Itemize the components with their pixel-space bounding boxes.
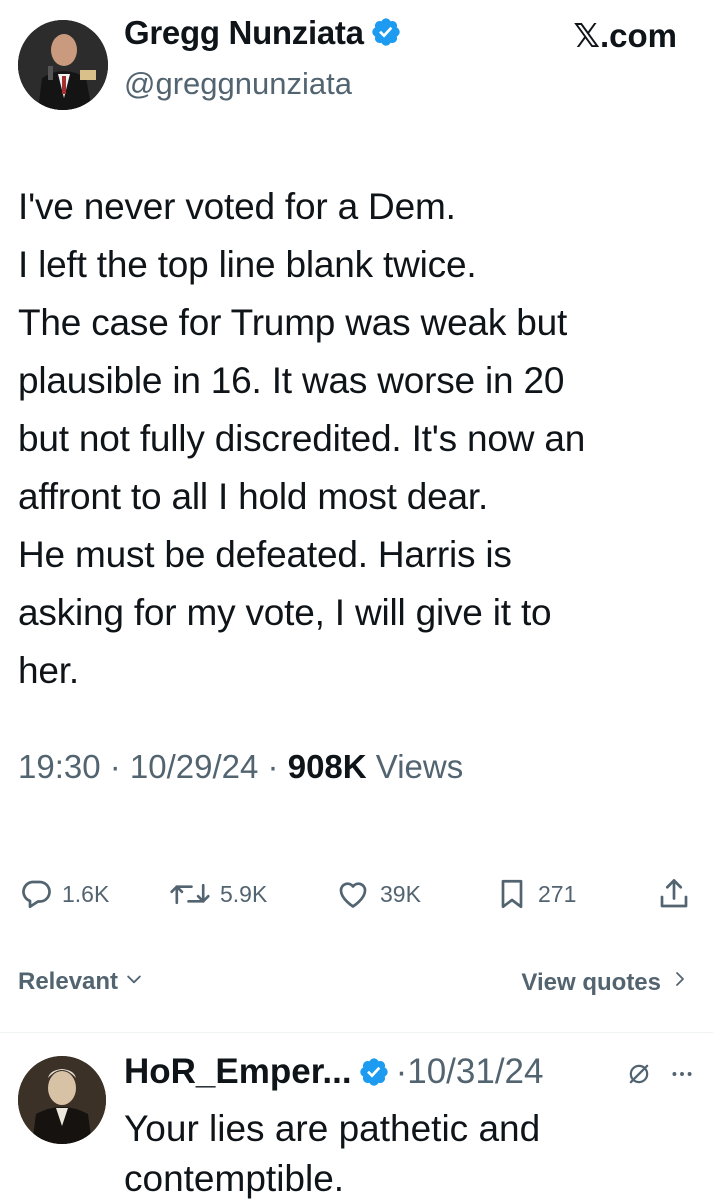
grok-icon[interactable] — [625, 1060, 653, 1093]
reply-count: 1.6K — [62, 880, 110, 907]
reply-button[interactable]: 1.6K — [18, 866, 109, 922]
tweet-line: The case for Trump was weak but — [18, 302, 568, 343]
tweet-meta: 19:30 · 10/29/24 · 908K Views — [18, 748, 463, 786]
chevron-right-icon — [671, 968, 689, 997]
author-handle[interactable]: @greggnunziata — [124, 66, 352, 102]
divider — [0, 1032, 713, 1033]
like-icon — [334, 876, 372, 912]
reply-author-avatar[interactable] — [18, 1056, 106, 1144]
reply-line: contemptible. — [124, 1158, 345, 1199]
tweet-line: affront to all I hold most dear. — [18, 476, 489, 517]
verified-badge-icon — [358, 1056, 390, 1088]
tweet-time[interactable]: 19:30 — [18, 748, 101, 785]
bookmark-icon — [494, 876, 530, 912]
reply-date[interactable]: 10/31/24 — [407, 1052, 543, 1092]
reply-tools — [625, 1060, 695, 1093]
view-quotes-link[interactable]: View quotes — [521, 968, 689, 997]
share-icon — [656, 876, 692, 912]
reply-line: Your lies are pathetic and — [124, 1108, 541, 1149]
tweet-line: her. — [18, 650, 79, 691]
tweet-date[interactable]: 10/29/24 — [130, 748, 258, 785]
like-button[interactable]: 39K — [334, 866, 421, 922]
author-avatar-photo — [18, 20, 108, 110]
verified-badge-icon — [370, 16, 402, 56]
views-count: 908K — [287, 748, 367, 785]
repost-button[interactable]: 5.9K — [168, 866, 267, 922]
views-label: Views — [375, 748, 464, 785]
author-name[interactable]: Gregg Nunziata — [124, 14, 364, 51]
author-avatar[interactable] — [18, 20, 108, 110]
reply-separator: · — [395, 1052, 408, 1091]
tweet-line: asking for my vote, I will give it to — [18, 592, 552, 633]
share-button[interactable] — [656, 866, 692, 922]
repost-icon — [168, 876, 212, 912]
tweet-text: I've never voted for a Dem. I left the t… — [18, 178, 698, 700]
bookmark-button[interactable]: 271 — [494, 866, 576, 922]
reply-text: Your lies are pathetic and contemptible. — [124, 1104, 540, 1204]
more-icon[interactable] — [669, 1061, 695, 1092]
tweet-line: but not fully discredited. It's now an — [18, 418, 586, 459]
reply-author-name[interactable]: HoR_Emper... — [124, 1052, 352, 1092]
replies-sort-label: Relevant — [18, 968, 119, 995]
source-label: 𝕏.com — [573, 17, 677, 54]
chevron-down-icon — [124, 968, 144, 996]
tweet-line: I left the top line blank twice. — [18, 244, 477, 285]
tweet-line: He must be defeated. Harris is — [18, 534, 512, 575]
reply-avatar-portrait — [18, 1056, 106, 1144]
action-bar: 1.6K 5.9K 39K 271 — [0, 866, 713, 922]
tweet-line: I've never voted for a Dem. — [18, 186, 456, 227]
meta-separator: · — [100, 748, 130, 785]
reply-icon — [18, 876, 54, 912]
replies-sort-dropdown[interactable]: Relevant — [18, 968, 144, 996]
reply-header: HoR_Emper... · 10/31/24 — [124, 1052, 543, 1092]
like-count: 39K — [380, 880, 421, 907]
bookmark-count: 271 — [538, 880, 577, 907]
author-name-row[interactable]: Gregg Nunziata — [124, 14, 402, 56]
meta-separator: · — [258, 748, 288, 785]
tweet-line: plausible in 16. It was worse in 20 — [18, 360, 565, 401]
view-quotes-label: View quotes — [521, 968, 661, 996]
repost-count: 5.9K — [220, 880, 268, 907]
